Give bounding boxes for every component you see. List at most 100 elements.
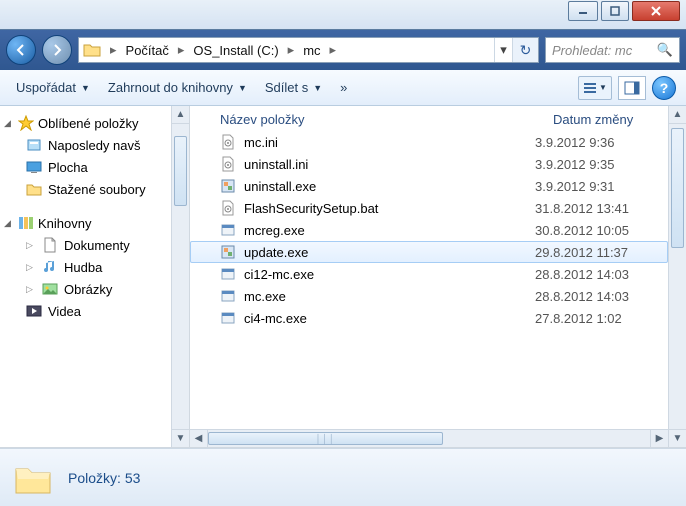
expand-icon: ▷ [26,240,36,251]
organize-button[interactable]: Uspořádat▼ [10,76,96,99]
star-icon [18,115,34,131]
column-header-name[interactable]: Název položky [220,112,553,127]
file-date: 28.8.2012 14:03 [535,267,660,282]
file-name: mc.exe [244,289,535,304]
file-row[interactable]: mc.exe28.8.2012 14:03 [190,285,668,307]
tree-item-label: Stažené soubory [48,182,146,197]
documents-icon [42,237,58,253]
file-row[interactable]: ci4-mc.exe27.8.2012 1:02 [190,307,668,329]
file-row[interactable]: uninstall.ini3.9.2012 9:35 [190,153,668,175]
share-label: Sdílet s [265,80,308,95]
status-text: Položky: 53 [68,470,140,486]
file-icon [220,134,236,150]
minimize-button[interactable] [568,1,598,21]
file-date: 31.8.2012 13:41 [535,201,660,216]
file-date: 28.8.2012 14:03 [535,289,660,304]
scroll-down-icon[interactable]: ▼ [172,429,189,447]
folder-icon [83,41,101,59]
tree-item-documents[interactable]: ▷ Dokumenty [4,234,189,256]
downloads-icon [26,181,42,197]
tree-libraries-header[interactable]: ◢ Knihovny [4,212,189,234]
tree-item-desktop[interactable]: Plocha [4,156,189,178]
address-bar[interactable]: ▸ Počítač ▸ OS_Install (C:) ▸ mc ▸ ▾ ↻ [78,37,539,63]
breadcrumb-sep-icon: ▸ [175,42,188,58]
preview-pane-button[interactable] [618,76,646,100]
maximize-button[interactable] [601,1,629,21]
scroll-thumb[interactable] [671,128,684,248]
horizontal-scrollbar[interactable]: ◀ │││ ▶ [190,429,668,447]
file-row[interactable]: FlashSecuritySetup.bat31.8.2012 13:41 [190,197,668,219]
file-name: update.exe [244,245,535,260]
file-name: uninstall.ini [244,157,535,172]
tree-item-label: Dokumenty [64,238,130,253]
expand-icon: ▷ [26,284,36,295]
file-icon [220,288,236,304]
chevron-down-icon: ▼ [599,83,607,92]
close-button[interactable] [632,1,680,21]
scroll-left-icon[interactable]: ◀ [190,430,208,447]
status-count: 53 [125,470,141,486]
scroll-right-icon[interactable]: ▶ [650,430,668,447]
back-button[interactable] [6,35,36,65]
tree-item-recent[interactable]: Naposledy navš [4,134,189,156]
overflow-button[interactable]: » [334,80,353,95]
file-row[interactable]: mcreg.exe30.8.2012 10:05 [190,219,668,241]
breadcrumb-item[interactable]: mc [299,38,324,62]
file-date: 3.9.2012 9:35 [535,157,660,172]
share-button[interactable]: Sdílet s ▼ [259,76,328,99]
address-dropdown[interactable]: ▾ [494,38,512,62]
file-row[interactable]: update.exe29.8.2012 11:37 [190,241,668,263]
body: ◢ Oblíbené položky Naposledy navš Plocha… [0,106,686,448]
scroll-down-icon[interactable]: ▼ [669,429,686,447]
collapse-icon: ◢ [4,218,14,229]
include-library-button[interactable]: Zahrnout do knihovny▼ [102,76,253,99]
file-date: 3.9.2012 9:31 [535,179,660,194]
scroll-thumb[interactable] [174,136,187,206]
desktop-icon [26,159,42,175]
file-icon [220,178,236,194]
file-date: 30.8.2012 10:05 [535,223,660,238]
file-row[interactable]: uninstall.exe3.9.2012 9:31 [190,175,668,197]
breadcrumb-item[interactable]: Počítač [122,38,173,62]
file-row[interactable]: mc.ini3.9.2012 9:36 [190,131,668,153]
file-name: uninstall.exe [244,179,535,194]
status-bar: Položky: 53 [0,448,686,506]
help-button[interactable]: ? [652,76,676,100]
chevron-down-icon: ▼ [313,83,322,93]
breadcrumb-sep-icon: ▸ [107,42,120,58]
tree-item-pictures[interactable]: ▷ Obrázky [4,278,189,300]
tree-label: Oblíbené položky [38,116,138,131]
forward-button[interactable] [42,35,72,65]
breadcrumb-item[interactable]: OS_Install (C:) [189,38,282,62]
scroll-up-icon[interactable]: ▲ [172,106,189,124]
search-icon: 🔍 [657,42,673,58]
file-row[interactable]: ci12-mc.exe28.8.2012 14:03 [190,263,668,285]
refresh-button[interactable]: ↻ [512,38,538,62]
scroll-thumb[interactable]: │││ [208,432,443,445]
recent-icon [26,137,42,153]
collapse-icon: ◢ [4,118,14,129]
scroll-up-icon[interactable]: ▲ [669,106,686,124]
file-date: 3.9.2012 9:36 [535,135,660,150]
search-placeholder: Prohledat: mc [552,43,632,58]
tree-item-music[interactable]: ▷ Hudba [4,256,189,278]
status-label: Položky: [68,470,121,486]
tree-label: Knihovny [38,216,91,231]
tree-favorites-header[interactable]: ◢ Oblíbené položky [4,112,189,134]
file-icon [220,244,236,260]
breadcrumb-sep-icon: ▸ [285,42,298,58]
tree-item-videos[interactable]: Videa [4,300,189,322]
tree-scrollbar[interactable]: ▲ ▼ [171,106,189,447]
tree-item-downloads[interactable]: Stažené soubory [4,178,189,200]
file-date: 27.8.2012 1:02 [535,311,660,326]
file-name: mcreg.exe [244,223,535,238]
file-rows: mc.ini3.9.2012 9:36uninstall.ini3.9.2012… [190,131,668,429]
column-header-date[interactable]: Datum změny [553,112,678,127]
view-mode-button[interactable]: ▼ [578,76,612,100]
breadcrumb-sep-icon: ▸ [327,42,340,58]
list-scrollbar[interactable]: ▲ ▼ [668,106,686,447]
search-input[interactable]: Prohledat: mc 🔍 [545,37,680,63]
file-icon [220,200,236,216]
tree-item-label: Videa [48,304,81,319]
music-icon [42,259,58,275]
